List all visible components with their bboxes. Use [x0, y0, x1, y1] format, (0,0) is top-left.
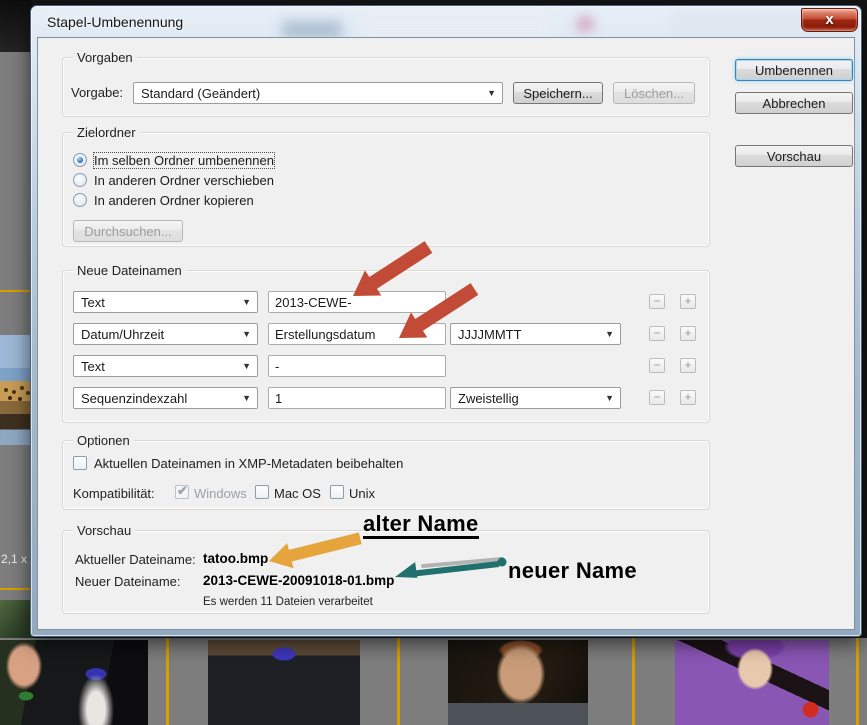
group-vorgaben-label: Vorgaben	[73, 50, 137, 65]
annotation-old-name: alter Name	[363, 513, 479, 539]
divider-line	[166, 638, 169, 725]
close-icon: x	[825, 11, 834, 28]
save-preset-button[interactable]: Speichern...	[513, 82, 603, 104]
row3-add-button[interactable]: +	[680, 358, 696, 373]
thumbnail-portrait-woman[interactable]	[675, 640, 829, 725]
row4-type-value: Sequenzindexzahl	[81, 391, 188, 406]
row1-add-button[interactable]: +	[680, 294, 696, 309]
row1-type-dropdown[interactable]: Text ▼	[73, 291, 258, 313]
row4-add-button[interactable]: +	[680, 390, 696, 405]
browse-button[interactable]: Durchsuchen...	[73, 220, 183, 242]
radio-copy-other-folder[interactable]	[73, 193, 87, 207]
radio-rename-same-folder[interactable]	[73, 153, 87, 167]
row2-format-value: JJJJMMTT	[458, 327, 522, 342]
batch-rename-dialog: Stapel-Umbenennung x Vorgaben Vorgabe: S…	[30, 5, 862, 637]
compat-unix-label[interactable]: Unix	[349, 486, 375, 501]
glass-reflection	[362, 13, 552, 37]
dropdown-arrow-icon: ▼	[242, 361, 251, 371]
row4-format-value: Zweistellig	[458, 391, 519, 406]
radio-move-other-folder-label[interactable]: In anderen Ordner verschieben	[94, 173, 274, 188]
radio-move-other-folder[interactable]	[73, 173, 87, 187]
divider-line	[0, 588, 32, 590]
preview-button[interactable]: Vorschau	[735, 145, 853, 167]
group-vorgaben: Vorgaben Vorgabe: Standard (Geändert) ▼ …	[62, 50, 710, 117]
rename-button[interactable]: Umbenennen	[735, 59, 853, 81]
current-filename-label: Aktueller Dateiname:	[75, 552, 196, 567]
current-filename-value: tatoo.bmp	[203, 551, 269, 566]
row1-text-input[interactable]	[268, 291, 446, 313]
dropdown-arrow-icon: ▼	[242, 393, 251, 403]
radio-rename-same-folder-label[interactable]: Im selben Ordner umbenennen	[93, 152, 275, 169]
group-vorschau-label: Vorschau	[73, 523, 136, 538]
dropdown-arrow-icon: ▼	[242, 329, 251, 339]
image-size-label: 2,1 x	[1, 552, 28, 566]
compatibility-label: Kompatibilität:	[73, 486, 155, 501]
screen: 2,1 x Stapel-Umbenennung x Vorgaben Vorg…	[0, 0, 867, 725]
divider-line	[397, 638, 400, 725]
group-neue-dateinamen: Neue Dateinamen Text ▼ − + Datum/Uhrzeit…	[62, 263, 710, 423]
row2-remove-button[interactable]: −	[649, 326, 665, 341]
compat-unix-checkbox[interactable]	[330, 485, 344, 499]
delete-preset-button[interactable]: Löschen...	[613, 82, 695, 104]
row2-type-value: Datum/Uhrzeit	[81, 327, 165, 342]
preset-dropdown-value: Standard (Geändert)	[141, 86, 261, 101]
group-zielordner-label: Zielordner	[73, 125, 140, 140]
compat-macos-label[interactable]: Mac OS	[274, 486, 321, 501]
row3-text-input[interactable]	[268, 355, 446, 377]
row2-type-dropdown[interactable]: Datum/Uhrzeit ▼	[73, 323, 258, 345]
divider-line	[0, 290, 32, 292]
close-button[interactable]: x	[801, 8, 858, 32]
preset-dropdown[interactable]: Standard (Geändert) ▼	[133, 82, 503, 104]
filmstrip-bottom-row	[0, 638, 867, 725]
annotation-new-name: neuer Name	[508, 558, 637, 583]
group-optionen-label: Optionen	[73, 433, 134, 448]
row3-remove-button[interactable]: −	[649, 358, 665, 373]
divider-line	[632, 638, 635, 725]
dialog-body: Vorgaben Vorgabe: Standard (Geändert) ▼ …	[37, 37, 855, 630]
compat-windows-checkbox[interactable]: ✔	[175, 483, 189, 499]
checkmark-icon: ✔	[177, 483, 188, 498]
row1-type-value: Text	[81, 295, 105, 310]
leopard-thumbnail[interactable]	[0, 335, 32, 445]
row4-format-dropdown[interactable]: Zweistellig ▼	[450, 387, 621, 409]
preset-label: Vorgabe:	[71, 85, 124, 100]
dropdown-arrow-icon: ▼	[605, 329, 614, 339]
compat-macos-checkbox[interactable]	[255, 485, 269, 499]
file-count-note: Es werden 11 Dateien verarbeitet	[203, 596, 373, 608]
thumbnail-portrait-man[interactable]	[448, 640, 588, 725]
new-filename-label: Neuer Dateiname:	[75, 574, 181, 589]
group-optionen: Optionen Aktuellen Dateinamen in XMP-Met…	[62, 433, 710, 510]
row2-add-button[interactable]: +	[680, 326, 696, 341]
divider-line	[856, 638, 859, 725]
group-neue-dateinamen-label: Neue Dateinamen	[73, 263, 186, 278]
group-zielordner: Zielordner Im selben Ordner umbenennen I…	[62, 125, 710, 247]
row2-value-input[interactable]	[268, 323, 446, 345]
filmstrip-left-column: 2,1 x	[0, 0, 32, 725]
thumbnail-two-men[interactable]	[0, 640, 148, 725]
radio-copy-other-folder-label[interactable]: In anderen Ordner kopieren	[94, 193, 254, 208]
dropdown-arrow-icon: ▼	[242, 297, 251, 307]
row3-type-dropdown[interactable]: Text ▼	[73, 355, 258, 377]
keep-filename-label[interactable]: Aktuellen Dateinamen in XMP-Metadaten be…	[94, 456, 403, 471]
row4-type-dropdown[interactable]: Sequenzindexzahl ▼	[73, 387, 258, 409]
row4-value-input[interactable]	[268, 387, 446, 409]
row3-type-value: Text	[81, 359, 105, 374]
keep-filename-checkbox[interactable]	[73, 456, 87, 470]
thumbnail-tuxedo[interactable]	[208, 640, 360, 725]
row2-format-dropdown[interactable]: JJJJMMTT ▼	[450, 323, 621, 345]
background-photo-fragment	[0, 0, 32, 52]
nature-thumbnail[interactable]	[0, 600, 32, 638]
cancel-button[interactable]: Abbrechen	[735, 92, 853, 114]
glass-reflection	[577, 17, 593, 31]
dropdown-arrow-icon: ▼	[605, 393, 614, 403]
new-filename-value: 2013-CEWE-20091018-01.bmp	[203, 573, 395, 588]
compat-windows-label: Windows	[194, 486, 247, 501]
glass-reflection	[282, 21, 342, 37]
dropdown-arrow-icon: ▼	[487, 88, 496, 98]
dialog-title: Stapel-Umbenennung	[47, 14, 184, 30]
row4-remove-button[interactable]: −	[649, 390, 665, 405]
row1-remove-button[interactable]: −	[649, 294, 665, 309]
dialog-titlebar[interactable]: Stapel-Umbenennung	[32, 7, 860, 37]
